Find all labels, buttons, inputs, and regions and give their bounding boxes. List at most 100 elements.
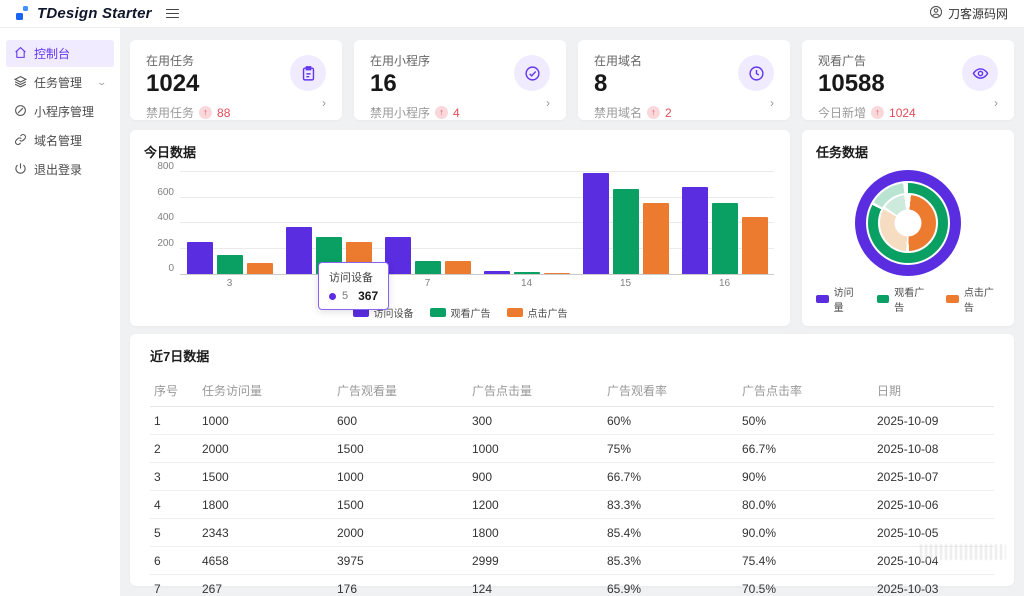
sidebar-item-label: 任务管理 — [34, 76, 83, 90]
sidebar-nav: 控制台任务管理 ⌄ 小程序管理域名管理退出登录 — [0, 28, 120, 596]
legend-item[interactable]: 点击广告 — [946, 284, 1000, 314]
menu-collapse-icon[interactable] — [165, 7, 182, 21]
table-row: 2 2000 1500 1000 75% 66.7% 2025-10-08 — [150, 434, 994, 463]
table-cell: 75.4% — [738, 546, 873, 575]
sidebar-item-3[interactable]: 域名管理 — [6, 127, 114, 154]
chart-tooltip: 访问设备 5 367 — [318, 262, 390, 310]
user-name: 刀客源码网 — [947, 7, 1008, 21]
table-row: 5 2343 2000 1800 85.4% 90.0% 2025-10-05 — [150, 518, 994, 547]
bar-点击广告 — [444, 260, 471, 274]
brand-logo: TDesign Starter — [16, 5, 152, 22]
table-cell: 267 — [198, 574, 333, 596]
legend-item[interactable]: 访问量 — [816, 284, 861, 314]
app-window: TDesign Starter 刀客源码网 控制台任务管理 ⌄ 小程序管理域名管理退… — [0, 0, 1024, 596]
legend-label: 点击广告 — [963, 288, 994, 314]
x-axis-tick: 15 — [619, 278, 632, 289]
table-cell: 50% — [738, 406, 873, 435]
table-cell: 75% — [603, 434, 738, 463]
bar-点击广告 — [741, 217, 768, 274]
table-row: 7 267 176 124 65.9% 70.5% 2025-10-03 — [150, 574, 994, 596]
sidebar-item-0[interactable]: 控制台 — [6, 40, 114, 67]
sidebar-item-label: 控制台 — [34, 47, 71, 61]
legend-item[interactable]: 点击广告 — [506, 305, 568, 320]
bar-观看广告 — [513, 272, 540, 274]
y-axis-tick: 400 — [157, 212, 174, 223]
legend-label: 观看广告 — [450, 309, 491, 320]
chevron-right-icon[interactable]: › — [322, 97, 326, 109]
sidebar-item-4[interactable]: 退出登录 — [6, 156, 114, 183]
bar-chart-legend: 访问设备 观看广告 点击广告 — [144, 305, 776, 320]
top-header: TDesign Starter 刀客源码网 — [0, 0, 1024, 28]
legend-item[interactable]: 观看广告 — [429, 305, 491, 320]
chevron-down-icon: ⌄ — [96, 77, 108, 87]
eye-icon — [962, 55, 998, 91]
donut-chart-legend: 访问量 观看广告 点击广告 — [816, 284, 1000, 314]
legend-swatch — [429, 308, 446, 317]
bar-点击广告 — [642, 202, 669, 274]
sidebar-item-label: 退出登录 — [34, 163, 83, 177]
bar-chart-plot: 3 5 7 14 15 16 0 200 400 600 800 — [144, 161, 776, 291]
tooltip-title: 访问设备 — [329, 272, 373, 284]
home-icon — [14, 46, 27, 62]
trend-up-icon: ↑ — [647, 106, 661, 120]
check-circle-icon — [514, 55, 550, 91]
table-cell: 2343 — [198, 518, 333, 547]
donut-hole — [894, 209, 922, 236]
table-cell: 1 — [150, 406, 198, 435]
table-row: 4 1800 1500 1200 83.3% 80.0% 2025-10-06 — [150, 490, 994, 519]
table-cell: 70.5% — [738, 574, 873, 596]
sidebar-item-label: 小程序管理 — [34, 105, 95, 119]
chevron-right-icon[interactable]: › — [546, 97, 550, 109]
user-menu[interactable]: 刀客源码网 — [929, 5, 1008, 22]
table-cell: 176 — [333, 574, 468, 596]
table-cell: 2 — [150, 434, 198, 463]
bar-点击广告 — [543, 272, 570, 274]
sidebar-item-2[interactable]: 小程序管理 — [6, 98, 114, 125]
table-cell: 300 — [468, 406, 603, 435]
table-cell: 2025-10-09 — [873, 406, 994, 435]
chevron-right-icon[interactable]: › — [770, 97, 774, 109]
table-cell: 1000 — [468, 434, 603, 463]
x-axis-tick: 7 — [424, 278, 431, 289]
table-cell: 3975 — [333, 546, 468, 575]
bar-group-7: 7 — [384, 173, 471, 289]
legend-swatch — [946, 295, 959, 303]
user-avatar-icon — [929, 5, 943, 22]
stat-card-2[interactable]: 在用域名 8 禁用域名 ↑ 2 › — [578, 40, 790, 120]
x-axis-tick: 3 — [226, 278, 233, 289]
stat-sub-label: 禁用域名 — [594, 106, 643, 121]
sidebar-item-1[interactable]: 任务管理 ⌄ — [6, 69, 114, 96]
stat-sub-value: 2 — [665, 105, 672, 120]
bar-观看广告 — [612, 188, 639, 274]
legend-swatch — [816, 295, 829, 303]
task-data-card: 任务数据 访问量 观看广告 点击广告 — [802, 130, 1014, 326]
table-cell: 60% — [603, 406, 738, 435]
stat-card-0[interactable]: 在用任务 1024 禁用任务 ↑ 88 › — [130, 40, 342, 120]
legend-label: 点击广告 — [527, 309, 568, 320]
layers-icon — [13, 75, 28, 91]
y-axis-tick: 0 — [168, 263, 174, 274]
stat-sub-value: 88 — [217, 105, 231, 120]
x-axis-tick: 14 — [520, 278, 533, 289]
bar-group-14: 14 — [483, 173, 570, 289]
stat-card-row: 在用任务 1024 禁用任务 ↑ 88 › 在用小程序 16 禁用小程序 ↑ 4 › 在用域名 8 禁用域名… — [130, 40, 1014, 120]
recent-data-card: 近7日数据 序号 任务访问量 广告观看量 广告点击量 广告观看率 广告点击率 日期 1 100… — [130, 334, 1014, 596]
stat-sub-value: 1024 — [889, 105, 916, 120]
bar-访问设备 — [582, 173, 609, 274]
stat-card-1[interactable]: 在用小程序 16 禁用小程序 ↑ 4 › — [354, 40, 566, 120]
trend-up-icon: ↑ — [199, 106, 213, 120]
legend-item[interactable]: 观看广告 — [876, 284, 931, 314]
charts-row: 今日数据 357141516 0200400600800 访问设备观看广告点击广… — [130, 130, 1014, 326]
gridline — [180, 171, 774, 172]
power-icon — [14, 162, 27, 178]
donut-chart-title: 任务数据 — [816, 145, 869, 160]
table-row: 3 1500 1000 900 66.7% 90% 2025-10-07 — [150, 462, 994, 491]
stat-card-3[interactable]: 观看广告 10588 今日新增 ↑ 1024 › — [802, 40, 1014, 120]
table-column-header: 日期 — [873, 375, 994, 407]
bar-访问设备 — [681, 187, 708, 274]
table-cell: 124 — [468, 574, 603, 596]
bar-访问设备 — [186, 242, 213, 274]
chevron-right-icon[interactable]: › — [994, 97, 998, 109]
recent-data-table: 序号 任务访问量 广告观看量 广告点击量 广告观看率 广告点击率 日期 1 1000 600 30… — [150, 375, 994, 596]
table-column-header: 序号 — [150, 375, 198, 407]
